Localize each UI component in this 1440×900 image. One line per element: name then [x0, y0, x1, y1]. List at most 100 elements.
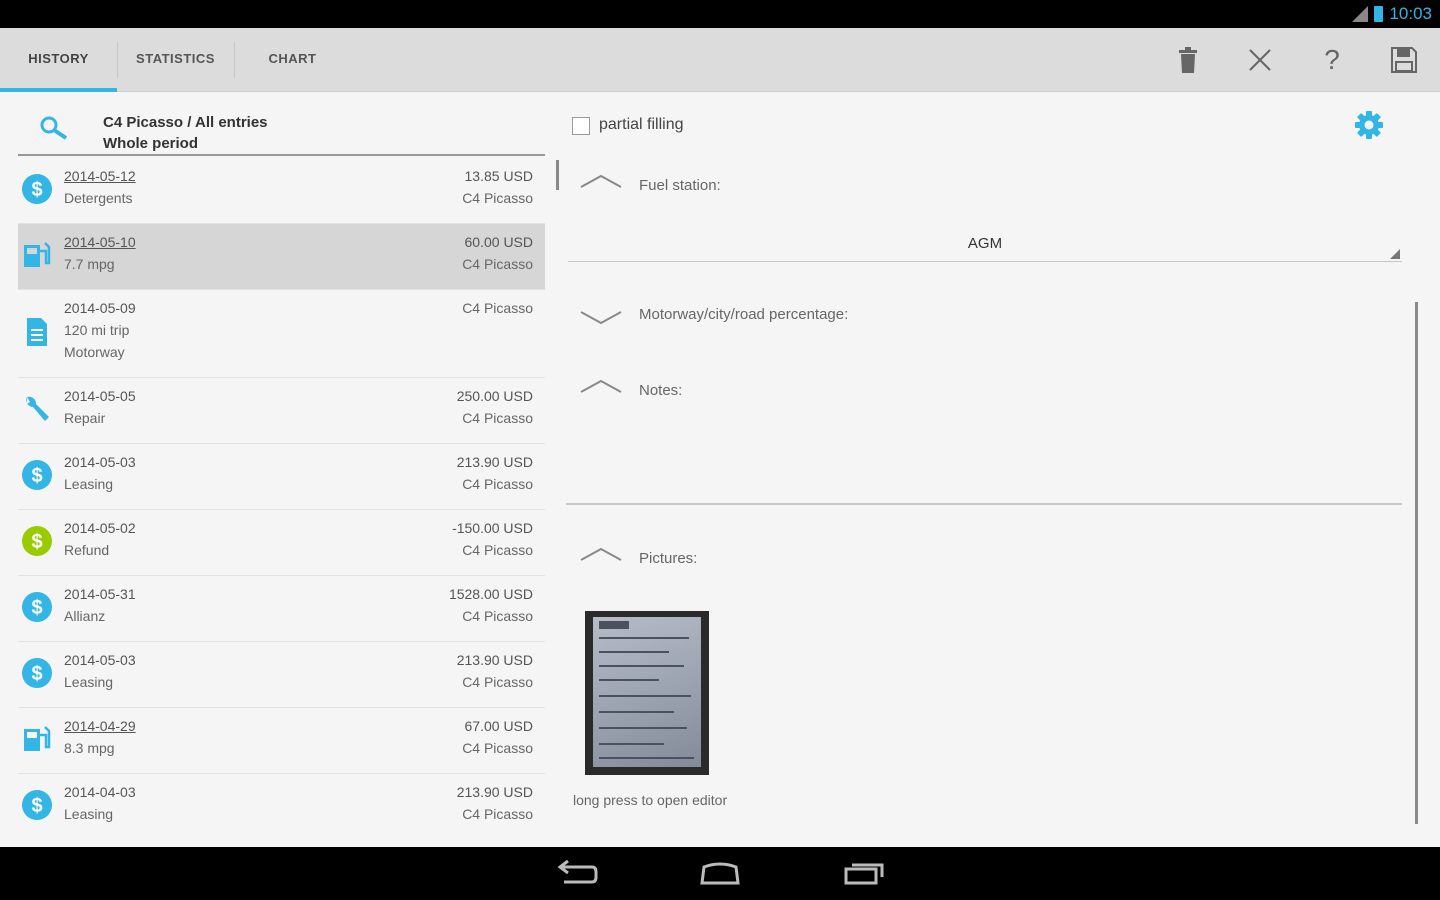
entry-subtitle: Refund	[64, 542, 110, 558]
list-item[interactable]: 2014-04-29 8.3 mpg 67.00 USD C4 Picasso	[18, 708, 545, 774]
save-button[interactable]	[1386, 42, 1422, 78]
road-percentage-label: Motorway/city/road percentage:	[639, 306, 849, 323]
picture-caption: long press to open editor	[573, 792, 728, 808]
list-item[interactable]: $ 2014-05-03 Leasing 213.90 USD C4 Picas…	[18, 642, 545, 708]
entry-car: C4 Picasso	[462, 806, 533, 822]
entry-car: C4 Picasso	[462, 608, 533, 624]
pictures-label: Pictures:	[639, 550, 698, 567]
entry-date: 2014-05-12	[64, 168, 136, 184]
entry-date: 2014-05-03	[64, 652, 136, 668]
list-item-selected[interactable]: 2014-05-10 7.7 mpg 60.00 USD C4 Picasso	[18, 224, 545, 290]
entry-amount: -150.00 USD	[452, 520, 533, 536]
entry-subtitle: 120 mi trip	[64, 322, 130, 338]
home-icon[interactable]	[696, 857, 744, 889]
entry-date: 2014-04-29	[64, 718, 136, 734]
receipt-picture[interactable]	[585, 611, 709, 775]
gear-icon[interactable]	[1354, 110, 1384, 140]
filter-header[interactable]: C4 Picasso / All entries Whole period	[18, 92, 545, 156]
chevron-up-icon[interactable]	[580, 379, 622, 393]
list-scrollbar[interactable]	[556, 160, 559, 190]
delete-button[interactable]	[1170, 42, 1206, 78]
svg-text:$: $	[31, 597, 42, 619]
entry-car: C4 Picasso	[462, 542, 533, 558]
partial-filling-checkbox[interactable]	[572, 117, 590, 135]
help-icon: ?	[1324, 44, 1340, 75]
entry-amount: 13.85 USD	[464, 168, 533, 184]
chevron-down-icon[interactable]	[580, 311, 622, 325]
svg-text:$: $	[31, 531, 42, 553]
list-item[interactable]: $ 2014-05-31 Allianz 1528.00 USD C4 Pica…	[18, 576, 545, 642]
list-item[interactable]: $ 2014-05-12 Detergents 13.85 USD C4 Pic…	[18, 158, 545, 224]
notes-label: Notes:	[639, 382, 683, 399]
entry-subtitle: Repair	[64, 410, 106, 426]
entry-subtitle: 8.3 mpg	[64, 740, 115, 756]
save-icon	[1391, 47, 1417, 73]
notes-field[interactable]	[566, 503, 1402, 505]
dropdown-indicator-icon	[1390, 249, 1400, 259]
list-item[interactable]: 2014-05-05 Repair 250.00 USD C4 Picasso	[18, 378, 545, 444]
entry-amount: 60.00 USD	[464, 234, 533, 250]
chevron-up-icon[interactable]	[580, 174, 622, 188]
filter-title: C4 Picasso / All entries	[103, 114, 268, 131]
svg-text:$: $	[31, 465, 42, 487]
trash-icon	[1179, 47, 1197, 73]
fuel-pump-icon	[24, 242, 51, 267]
fuel-pump-icon	[24, 726, 51, 751]
search-icon	[40, 116, 68, 140]
filter-period: Whole period	[103, 135, 198, 152]
entry-date: 2014-04-03	[64, 784, 136, 800]
entry-subtitle: Leasing	[64, 674, 114, 690]
chevron-up-icon[interactable]	[580, 547, 622, 561]
entry-subtitle: Detergents	[64, 190, 133, 206]
entry-date: 2014-05-02	[64, 520, 136, 536]
entry-car: C4 Picasso	[462, 256, 533, 272]
tab-history[interactable]: HISTORY	[0, 28, 117, 92]
action-bar: HISTORY STATISTICS CHART ?	[0, 28, 1440, 92]
dollar-icon: $	[22, 790, 52, 820]
navigation-bar	[0, 847, 1440, 900]
svg-text:$: $	[31, 795, 42, 817]
history-pane: C4 Picasso / All entries Whole period $ …	[18, 92, 559, 847]
entry-date: 2014-05-05	[64, 388, 136, 404]
entry-date: 2014-05-03	[64, 454, 136, 470]
clock: 10:03	[1389, 4, 1432, 23]
dollar-icon: $	[22, 658, 52, 688]
back-icon[interactable]	[552, 857, 600, 889]
dollar-icon: $	[22, 460, 52, 490]
fuel-station-label: Fuel station:	[639, 177, 721, 194]
entry-subtitle: Leasing	[64, 806, 114, 822]
entry-amount: 1528.00 USD	[448, 586, 533, 602]
partial-filling-label[interactable]: partial filling	[599, 116, 683, 134]
list-item[interactable]: $ 2014-05-02 Refund -150.00 USD C4 Picas…	[18, 510, 545, 576]
entry-amount: 67.00 USD	[464, 718, 533, 734]
document-icon	[27, 318, 47, 346]
entry-subtitle: Allianz	[64, 608, 106, 624]
tab-chart[interactable]: CHART	[234, 28, 351, 92]
help-button[interactable]: ?	[1314, 42, 1350, 78]
dollar-icon: $	[22, 174, 52, 204]
entry-detail: Motorway	[64, 344, 125, 360]
tab-statistics[interactable]: STATISTICS	[117, 28, 234, 92]
wrench-icon	[26, 396, 49, 421]
fuel-station-select[interactable]: AGM	[568, 230, 1402, 262]
detail-pane: partial filling Fuel station: AGM Motorw…	[560, 92, 1440, 847]
status-bar: 10:03	[0, 0, 1440, 28]
entry-car: C4 Picasso	[462, 674, 533, 690]
fuel-station-value: AGM	[967, 235, 1003, 252]
entry-car: C4 Picasso	[462, 300, 533, 316]
cancel-button[interactable]	[1242, 42, 1278, 78]
list-item[interactable]: $ 2014-04-03 Leasing 213.90 USD C4 Picas…	[18, 774, 545, 840]
recent-apps-icon[interactable]	[840, 857, 888, 889]
entry-date: 2014-05-10	[64, 234, 136, 250]
list-item[interactable]: $ 2014-05-03 Leasing 213.90 USD C4 Picas…	[18, 444, 545, 510]
dollar-icon: $	[22, 592, 52, 622]
detail-scrollbar[interactable]	[1415, 302, 1418, 824]
dollar-icon: $	[22, 526, 52, 556]
signal-icon	[1352, 6, 1368, 22]
close-icon	[1249, 49, 1271, 71]
list-item[interactable]: 2014-05-09 120 mi trip Motorway C4 Picas…	[18, 290, 545, 378]
entry-amount: 213.90 USD	[456, 454, 533, 470]
svg-text:$: $	[31, 663, 42, 685]
entry-amount: 213.90 USD	[456, 652, 533, 668]
entry-car: C4 Picasso	[462, 190, 533, 206]
